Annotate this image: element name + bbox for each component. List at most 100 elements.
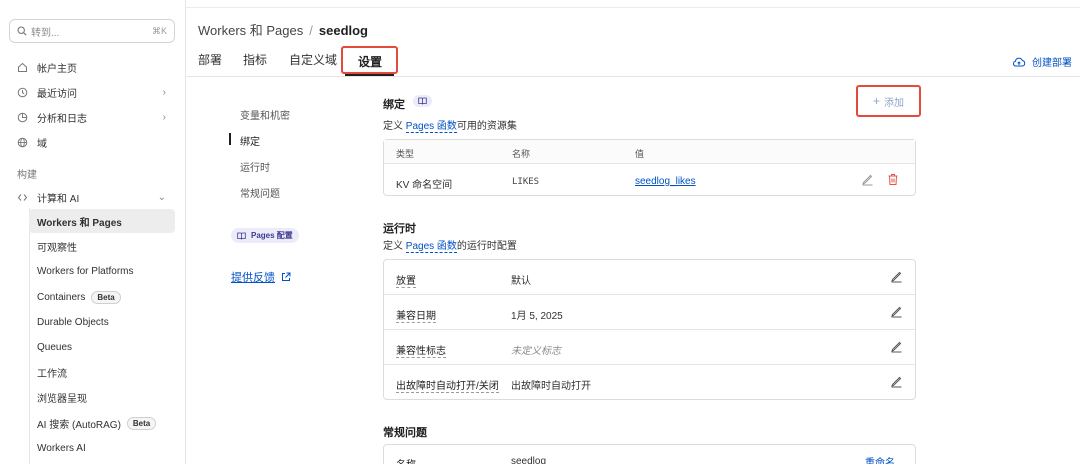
sidebar: 转到... ⌘K 帐户主页 最近访问 › 分析和日志 › 域 构建 计算和 AI… (0, 0, 186, 464)
edit-icon[interactable] (890, 305, 903, 318)
sidebar-item-containers[interactable]: Containers Beta (29, 285, 175, 309)
sidebar-item-label: 浏览器呈现 (37, 393, 87, 405)
feedback-link[interactable]: 提供反馈 (231, 269, 291, 285)
chevron-down-icon: ⌄ (157, 191, 166, 203)
table-header: 类型 名称 值 (384, 140, 915, 164)
chevron-right-icon: › (162, 86, 166, 98)
globe-icon (16, 136, 28, 148)
search-input[interactable]: 转到... ⌘K (9, 19, 175, 43)
edit-icon[interactable] (890, 270, 903, 283)
bindings-table: 类型 名称 值 KV 命名空间 LIKES seedlog_likes (383, 139, 916, 196)
delete-icon[interactable] (887, 173, 899, 186)
pages-config-badge[interactable]: Pages 配置 (231, 228, 299, 243)
settings-row-fail-open: 出故障时自动打开/关闭 出故障时自动打开 (384, 365, 915, 400)
setting-key: 兼容日期 (396, 307, 436, 323)
tab-custom-domains[interactable]: 自定义域 (289, 51, 337, 68)
section-label-build: 构建 (17, 170, 37, 181)
sidebar-item-ai-search[interactable]: AI 搜索 (AutoRAG) Beta (29, 411, 175, 435)
chart-pie-icon (16, 111, 28, 123)
sidebar-item-recent[interactable]: 最近访问 › (16, 82, 176, 102)
cloud-upload-icon (1013, 57, 1026, 66)
bindings-docs-badge[interactable] (413, 95, 432, 107)
beta-badge: Beta (126, 416, 157, 430)
runtime-description: 定义 Pages 函数的运行时配置 (383, 237, 517, 253)
edit-icon[interactable] (861, 173, 874, 186)
tab-settings[interactable]: 设置 (341, 46, 399, 76)
setting-key: 出故障时自动打开/关闭 (396, 377, 499, 393)
breadcrumb-parent-link[interactable]: Workers 和 Pages (198, 23, 303, 38)
desc-text: 定义 (383, 241, 406, 252)
external-link-icon (282, 272, 291, 281)
sidebar-item-domains[interactable]: 域 (16, 132, 176, 152)
sidebar-item-observability[interactable]: 可观察性 (29, 234, 175, 258)
breadcrumb-separator: / (309, 23, 313, 38)
setting-key: 名称 (396, 456, 416, 464)
create-deployment-button[interactable]: 创建部署 (1012, 54, 1072, 69)
settings-nav-runtime[interactable]: 运行时 (240, 159, 270, 174)
tab-deployments[interactable]: 部署 (198, 51, 222, 68)
rename-button[interactable]: 重命名 (865, 454, 895, 464)
column-header-type: 类型 (396, 149, 415, 159)
sidebar-item-label: 分析和日志 (37, 113, 87, 125)
setting-value: 1月 5, 2025 (511, 311, 563, 322)
binding-value-link[interactable]: seedlog_likes (635, 176, 696, 187)
sidebar-item-workers-pages[interactable]: Workers 和 Pages (29, 209, 175, 233)
bindings-description: 定义 Pages 函数可用的资源集 (383, 117, 517, 133)
sidebar-group-label: 计算和 AI (37, 193, 80, 205)
pages-functions-link[interactable]: Pages 函数 (405, 241, 457, 253)
feedback-label: 提供反馈 (231, 272, 275, 284)
desc-text: 可用的资源集 (456, 121, 517, 132)
sidebar-item-label: Containers (37, 291, 86, 303)
breadcrumb-current: seedlog (318, 23, 368, 38)
sidebar-item-workers-ai[interactable]: Workers AI (29, 436, 175, 460)
general-settings-card: 名称 seedlog 重命名 (383, 444, 916, 464)
binding-type: KV 命名空间 (396, 180, 453, 191)
runtime-title: 运行时 (383, 223, 416, 235)
clock-icon (16, 86, 28, 98)
sidebar-item-label: 最近访问 (37, 88, 77, 100)
binding-name: LIKES (512, 177, 540, 187)
sidebar-item-analytics[interactable]: 分析和日志 › (16, 107, 176, 127)
home-icon (16, 61, 28, 73)
settings-nav-bindings[interactable]: 绑定 (240, 133, 260, 148)
sidebar-item-durable-objects[interactable]: Durable Objects (29, 310, 175, 334)
sidebar-item-home[interactable]: 帐户主页 (16, 57, 176, 77)
sidebar-item-label: 可观察性 (37, 242, 77, 254)
settings-nav-general[interactable]: 常规问题 (240, 185, 280, 200)
edit-icon[interactable] (890, 340, 903, 353)
add-binding-button[interactable]: + 添加 (856, 85, 921, 117)
settings-row-compat-date: 兼容日期 1月 5, 2025 (384, 295, 915, 330)
search-shortcut: ⌘K (151, 25, 167, 36)
settings-row-compat-flags: 兼容性标志 未定义标志 (384, 330, 915, 365)
code-icon (16, 191, 28, 203)
top-divider (186, 7, 1080, 8)
runtime-settings-card: 放置 默认 兼容日期 1月 5, 2025 兼容性标志 未定义标志 出故障时自动… (383, 259, 916, 400)
tab-metrics[interactable]: 指标 (243, 51, 267, 68)
sidebar-item-workflows[interactable]: 工作流 (29, 360, 175, 384)
general-title: 常规问题 (383, 427, 427, 439)
sidebar-item-queues[interactable]: Queues (29, 335, 175, 359)
beta-badge: Beta (91, 290, 121, 304)
setting-value-placeholder: 未定义标志 (511, 346, 561, 357)
sidebar-item-label: 工作流 (37, 368, 67, 380)
setting-value: 出故障时自动打开 (511, 381, 591, 392)
pages-config-label: Pages 配置 (251, 231, 293, 240)
sidebar-item-workers-for-platforms[interactable]: Workers for Platforms (29, 259, 175, 283)
settings-nav-variables[interactable]: 变量和机密 (240, 107, 290, 122)
tab-bar: 部署 指标 自定义域 设置 创建部署 (186, 44, 1080, 77)
sidebar-item-label: Workers AI (37, 442, 86, 454)
sidebar-item-label: 帐户主页 (37, 63, 77, 75)
add-binding-label: 添加 (884, 97, 904, 109)
edit-icon[interactable] (890, 375, 903, 388)
setting-value: seedlog (511, 456, 547, 464)
setting-key: 兼容性标志 (396, 342, 446, 358)
sidebar-group-compute-ai[interactable]: 计算和 AI ⌄ (16, 187, 176, 207)
create-deployment-label: 创建部署 (1032, 58, 1072, 69)
chevron-right-icon: › (162, 111, 166, 123)
sidebar-item-browser-rendering[interactable]: 浏览器呈现 (29, 385, 175, 409)
pages-functions-link[interactable]: Pages 函数 (405, 121, 457, 133)
setting-value: 默认 (511, 276, 531, 287)
column-header-value: 值 (635, 149, 645, 159)
desc-text: 的运行时配置 (456, 241, 517, 252)
sidebar-item-label: Durable Objects (37, 316, 109, 328)
